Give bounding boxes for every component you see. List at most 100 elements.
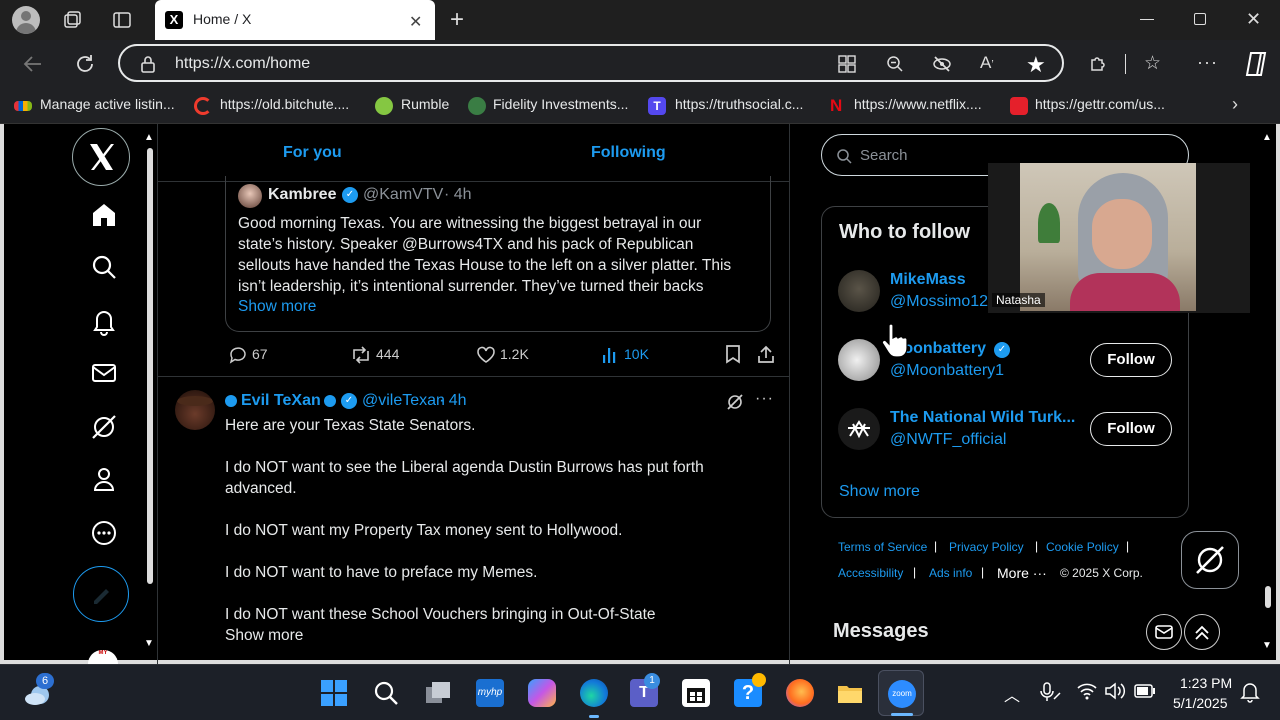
profile-person-icon[interactable] xyxy=(89,464,119,494)
expand-messages-icon[interactable] xyxy=(1184,614,1220,650)
scroll-thumb[interactable] xyxy=(147,148,153,584)
app-available-icon[interactable] xyxy=(838,55,856,73)
battery-icon[interactable] xyxy=(1134,684,1156,698)
scroll-down-arrow-icon[interactable]: ▼ xyxy=(1262,640,1272,651)
workspaces-icon[interactable] xyxy=(62,10,82,30)
bookmark-item[interactable]: Rumble xyxy=(401,96,449,112)
back-icon[interactable] xyxy=(22,53,44,75)
address-bar[interactable]: https://x.com/home Aʼ ★ xyxy=(118,44,1064,82)
repost-icon[interactable] xyxy=(350,345,372,365)
account-avatar[interactable]: MY xyxy=(88,650,118,664)
scroll-up-arrow-icon[interactable]: ▲ xyxy=(144,132,154,143)
privacy-link[interactable]: Privacy Policy xyxy=(949,540,1024,554)
cookie-link[interactable]: Cookie Policy xyxy=(1046,540,1119,554)
more-circle-icon[interactable] xyxy=(89,518,119,548)
task-view-icon[interactable] xyxy=(424,679,452,707)
messages-mail-icon[interactable] xyxy=(89,358,119,388)
quoted-show-more-link[interactable]: Show more xyxy=(238,298,316,316)
bookmark-item[interactable]: Fidelity Investments... xyxy=(493,96,628,112)
like-heart-icon[interactable] xyxy=(476,345,496,365)
tracking-prevention-icon[interactable] xyxy=(932,55,952,73)
minimize-icon[interactable] xyxy=(1140,19,1154,20)
bookmark-item[interactable]: https://old.bitchute.... xyxy=(220,96,349,112)
wifi-icon[interactable] xyxy=(1076,681,1098,701)
lock-icon[interactable] xyxy=(140,55,156,73)
bookmark-item[interactable]: https://truthsocial.c... xyxy=(675,96,803,112)
reply-icon[interactable] xyxy=(228,345,248,365)
grok-explain-icon[interactable] xyxy=(725,392,745,412)
bookmark-item[interactable]: https://www.netflix.... xyxy=(854,96,982,112)
show-hidden-icons-chevron[interactable]: ︿ xyxy=(1004,682,1020,706)
read-aloud-icon[interactable]: Aʼ xyxy=(980,53,994,73)
favorites-icon[interactable]: ☆ xyxy=(1144,52,1161,75)
share-icon[interactable] xyxy=(756,344,776,364)
tab-actions-icon[interactable] xyxy=(112,10,132,30)
right-scrollbar[interactable]: ▲ ▼ xyxy=(1262,132,1274,654)
teams-app-icon[interactable]: T 1 xyxy=(630,673,660,707)
accessibility-link[interactable]: Accessibility xyxy=(838,566,903,580)
refresh-icon[interactable] xyxy=(74,53,96,75)
zoom-out-icon[interactable] xyxy=(886,55,904,73)
post-author-name[interactable]: Evil TeXan xyxy=(241,392,321,410)
new-tab-icon[interactable]: + xyxy=(450,6,464,34)
hp-app-icon[interactable]: myhp xyxy=(476,679,504,707)
close-window-icon[interactable]: ✕ xyxy=(1246,9,1261,30)
messages-title[interactable]: Messages xyxy=(833,620,929,643)
suggestion-avatar[interactable] xyxy=(838,408,880,450)
profile-avatar[interactable] xyxy=(12,6,40,34)
url-text[interactable]: https://x.com/home xyxy=(175,55,310,73)
tab-following[interactable]: Following xyxy=(591,144,666,162)
quoted-author-handle[interactable]: @KamVTV xyxy=(363,186,443,204)
edge-browser-icon[interactable] xyxy=(580,679,608,707)
copilot-icon[interactable] xyxy=(1242,50,1270,78)
restore-icon[interactable] xyxy=(1194,13,1206,25)
views-analytics-icon[interactable] xyxy=(601,346,619,364)
footer-more-link[interactable]: More ··· xyxy=(997,565,1047,581)
left-scrollbar[interactable]: ▲ ▼ xyxy=(144,132,156,652)
bookmark-icon[interactable] xyxy=(725,344,741,364)
post-more-icon[interactable]: ··· xyxy=(755,390,774,408)
volume-icon[interactable] xyxy=(1104,681,1126,701)
clock-date[interactable]: 5/1/2025 xyxy=(1173,695,1228,711)
weather-widget-icon[interactable]: 6 xyxy=(22,673,56,709)
active-tab[interactable]: X Home / X ✕ xyxy=(155,0,435,40)
quoted-author-name[interactable]: Kambree xyxy=(268,186,336,204)
taskbar-search-icon[interactable] xyxy=(372,679,400,707)
x-logo-icon[interactable] xyxy=(72,128,130,186)
bookmark-item[interactable]: Manage active listin... xyxy=(40,96,175,112)
more-options-icon[interactable]: ··· xyxy=(1197,52,1218,73)
home-icon[interactable] xyxy=(89,200,119,230)
suggestion-name[interactable]: MikeMass xyxy=(890,271,966,289)
post-author-avatar[interactable] xyxy=(175,390,215,430)
suggestion-avatar[interactable] xyxy=(838,270,880,312)
microsoft-store-icon[interactable] xyxy=(682,679,710,707)
close-tab-icon[interactable]: ✕ xyxy=(409,12,422,32)
zoom-app-icon[interactable]: zoom xyxy=(878,670,924,716)
ads-info-link[interactable]: Ads info xyxy=(929,566,972,580)
grok-icon[interactable] xyxy=(89,412,119,442)
scroll-down-arrow-icon[interactable]: ▼ xyxy=(144,638,154,649)
firefox-browser-icon[interactable] xyxy=(786,679,814,707)
follow-button[interactable]: Follow xyxy=(1090,412,1172,446)
favorite-star-icon[interactable]: ★ xyxy=(1026,52,1046,78)
suggestion-handle[interactable]: @Moonbattery1 xyxy=(890,362,1004,380)
post-author-handle[interactable]: @vileTexan xyxy=(362,392,445,410)
scroll-thumb[interactable] xyxy=(1265,586,1271,608)
scroll-up-arrow-icon[interactable]: ▲ xyxy=(1262,132,1272,143)
windows-start-icon[interactable] xyxy=(320,679,348,707)
file-explorer-icon[interactable] xyxy=(836,679,864,707)
post-show-more-link[interactable]: Show more xyxy=(225,625,785,646)
suggestion-name[interactable]: The National Wild Turk... xyxy=(890,409,1075,427)
notifications-bell-icon[interactable] xyxy=(89,306,119,336)
microphone-icon[interactable] xyxy=(1038,681,1062,703)
get-help-icon[interactable]: ? xyxy=(734,673,766,707)
bookmark-item[interactable]: https://gettr.com/us... xyxy=(1035,96,1165,112)
follow-button[interactable]: Follow xyxy=(1090,343,1172,377)
copilot-app-icon[interactable] xyxy=(528,679,556,707)
extensions-icon[interactable] xyxy=(1088,53,1108,73)
quoted-post-card[interactable]: Kambree ✓ @KamVTV · 4h Good morning Texa… xyxy=(225,176,771,332)
suggestion-handle[interactable]: @Mossimo122 xyxy=(890,293,997,311)
notification-bell-icon[interactable] xyxy=(1240,681,1260,703)
grok-floating-button[interactable] xyxy=(1181,531,1239,589)
compose-post-button[interactable] xyxy=(73,566,129,622)
